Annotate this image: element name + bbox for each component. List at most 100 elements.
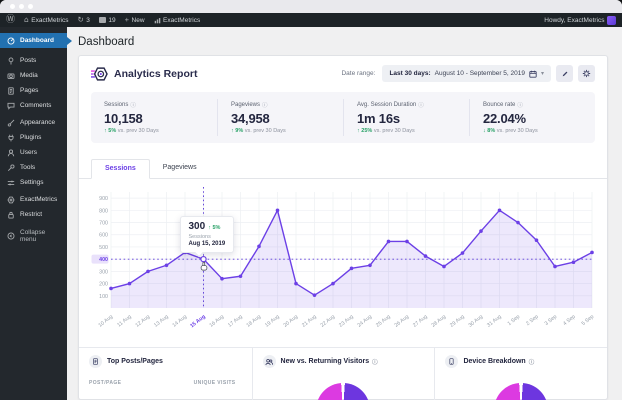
wp-sidebar-menu: Dashboard Posts Media Pages Comments App…: [0, 27, 72, 400]
info-icon[interactable]: ⓘ: [262, 101, 268, 109]
window-control-dot[interactable]: [19, 4, 24, 9]
svg-text:15 Aug: 15 Aug: [189, 314, 206, 329]
svg-text:4 Sep: 4 Sep: [562, 314, 577, 327]
date-range-selector[interactable]: Last 30 days: August 10 - September 5, 2…: [382, 65, 551, 82]
chevron-down-icon: ▾: [540, 71, 544, 77]
stat-delta: ↓ 8% vs. prev 30 Days: [483, 128, 538, 134]
date-range-label: Date range:: [341, 70, 376, 77]
updates-menu[interactable]: ↻ 3: [77, 16, 89, 24]
info-icon[interactable]: ⓘ: [517, 101, 523, 109]
stat-label: Sessions: [104, 102, 129, 108]
sidebar-item-dashboard[interactable]: Dashboard: [0, 33, 72, 48]
stat-delta: ↑ 9% vs. prev 30 Days: [231, 128, 286, 134]
column-header-unique-visits: UNIQUE VISITS: [193, 380, 236, 386]
info-icon[interactable]: ⓘ: [529, 358, 535, 366]
overview-stats: Sessions ⓘ 10,158 ↑ 5% vs. prev 30 Days P…: [91, 92, 595, 143]
updates-count: 3: [86, 16, 90, 24]
tab-pageviews[interactable]: Pageviews: [150, 159, 210, 178]
svg-text:14 Aug: 14 Aug: [172, 314, 189, 329]
sidebar-item-label: Tools: [20, 164, 36, 171]
stat-delta: ↑ 25% vs. prev 30 Days: [357, 128, 415, 134]
howdy-account-menu[interactable]: Howdy, ExactMetrics: [544, 15, 616, 25]
users-icon: [7, 149, 15, 157]
tooltip-series-label: Sessions: [188, 234, 211, 241]
svg-text:100: 100: [99, 294, 108, 300]
svg-text:28 Aug: 28 Aug: [431, 314, 448, 329]
top-posts-pages-card: Top Posts/Pages POST/PAGE UNIQUE VISITS: [79, 348, 252, 400]
stat-label: Pageviews: [231, 102, 261, 108]
window-control-dot[interactable]: [10, 4, 15, 9]
sidebar-item-label: Plugins: [20, 134, 42, 141]
svg-text:3 Sep: 3 Sep: [544, 314, 559, 327]
new-content-menu[interactable]: + New: [125, 16, 145, 24]
tools-icon: [7, 164, 15, 172]
sidebar-item-users[interactable]: Users: [0, 145, 67, 160]
sidebar-item-label: Media: [20, 72, 38, 79]
widget-title: Top Posts/Pages: [107, 358, 163, 365]
appearance-icon: [7, 119, 15, 127]
svg-text:200: 200: [99, 282, 108, 288]
tooltip-date: Aug 15, 2019: [188, 241, 226, 248]
device-pie-chart[interactable]: [494, 383, 549, 400]
svg-text:10 Aug: 10 Aug: [98, 314, 115, 329]
sidebar-item-label: Users: [20, 149, 37, 156]
user-avatar: [607, 15, 616, 25]
sidebar-item-collapse-menu[interactable]: Collapse menu: [0, 225, 67, 246]
gear-icon: [582, 69, 591, 78]
edit-report-button[interactable]: [556, 65, 573, 82]
svg-text:27 Aug: 27 Aug: [412, 314, 429, 329]
comments-menu[interactable]: 19: [98, 17, 116, 24]
svg-text:19 Aug: 19 Aug: [264, 314, 281, 329]
sidebar-item-settings[interactable]: Settings: [0, 175, 67, 190]
tab-sessions[interactable]: Sessions: [91, 159, 150, 179]
report-header: Analytics Report Date range: Last 30 day…: [79, 56, 607, 90]
site-name-menu[interactable]: ⌂ ExactMetrics: [24, 16, 68, 24]
sidebar-item-comments[interactable]: Comments: [0, 98, 67, 113]
sidebar-item-media[interactable]: Media: [0, 68, 67, 83]
sidebar-item-restrict[interactable]: Restrict: [0, 207, 67, 222]
svg-text:16 Aug: 16 Aug: [209, 314, 226, 329]
svg-text:13 Aug: 13 Aug: [153, 314, 170, 329]
visitors-pie-chart[interactable]: [316, 383, 371, 400]
page-title: Dashboard: [78, 36, 135, 48]
svg-text:600: 600: [99, 233, 108, 239]
exactmetrics-adminbar-menu[interactable]: ExactMetrics: [154, 17, 200, 24]
sidebar-item-plugins[interactable]: Plugins: [0, 130, 67, 145]
svg-text:12 Aug: 12 Aug: [135, 314, 152, 329]
settings-icon: [7, 179, 15, 187]
sessions-chart-area: 100 200 300 400 500 600 700 800 900 10 Aug 11 Aug 1…: [79, 179, 607, 347]
stat-value: 34,958: [231, 111, 270, 126]
new-vs-returning-card: New vs. Returning Visitors ⓘ: [251, 348, 435, 400]
svg-text:20 Aug: 20 Aug: [283, 314, 300, 329]
sidebar-item-appearance[interactable]: Appearance: [0, 115, 67, 130]
svg-text:18 Aug: 18 Aug: [246, 314, 263, 329]
date-range-value: August 10 - September 5, 2019: [434, 70, 525, 77]
sidebar-item-label: ExactMetrics: [20, 196, 58, 203]
sessions-line-chart[interactable]: 10020030040050060070080090010 Aug 11 Aug 1…: [91, 184, 597, 342]
stat-label: Avg. Session Duration: [357, 102, 417, 108]
report-settings-button[interactable]: [578, 65, 595, 82]
admin-content: Dashboard Analytics Report Date range: L…: [67, 27, 622, 400]
info-icon[interactable]: ⓘ: [418, 101, 424, 109]
exactmetrics-icon: [7, 196, 15, 204]
svg-text:2 Sep: 2 Sep: [525, 314, 540, 327]
sidebar-item-posts[interactable]: Posts: [0, 53, 67, 68]
new-label: New: [131, 16, 145, 24]
sidebar-item-tools[interactable]: Tools: [0, 160, 67, 175]
window-control-dot[interactable]: [28, 4, 33, 9]
info-icon[interactable]: ⓘ: [130, 101, 136, 109]
sidebar-item-pages[interactable]: Pages: [0, 83, 67, 98]
svg-text:31 Aug: 31 Aug: [486, 314, 503, 329]
wp-logo-menu[interactable]: Ⓦ: [6, 14, 16, 25]
wordpress-logo-icon: Ⓦ: [6, 14, 16, 25]
sidebar-item-label: Pages: [20, 87, 39, 94]
plus-icon: +: [124, 15, 130, 25]
sidebar-item-exactmetrics[interactable]: ExactMetrics: [0, 192, 67, 207]
sidebar-item-label: Restrict: [20, 211, 43, 218]
info-icon[interactable]: ⓘ: [372, 358, 378, 366]
widget-title: New vs. Returning Visitors ⓘ: [280, 358, 378, 366]
analytics-report-card: Analytics Report Date range: Last 30 day…: [78, 55, 608, 400]
stat-value: 10,158: [104, 111, 143, 126]
document-icon: [89, 355, 102, 368]
widget-title: Device Breakdown ⓘ: [463, 358, 535, 366]
